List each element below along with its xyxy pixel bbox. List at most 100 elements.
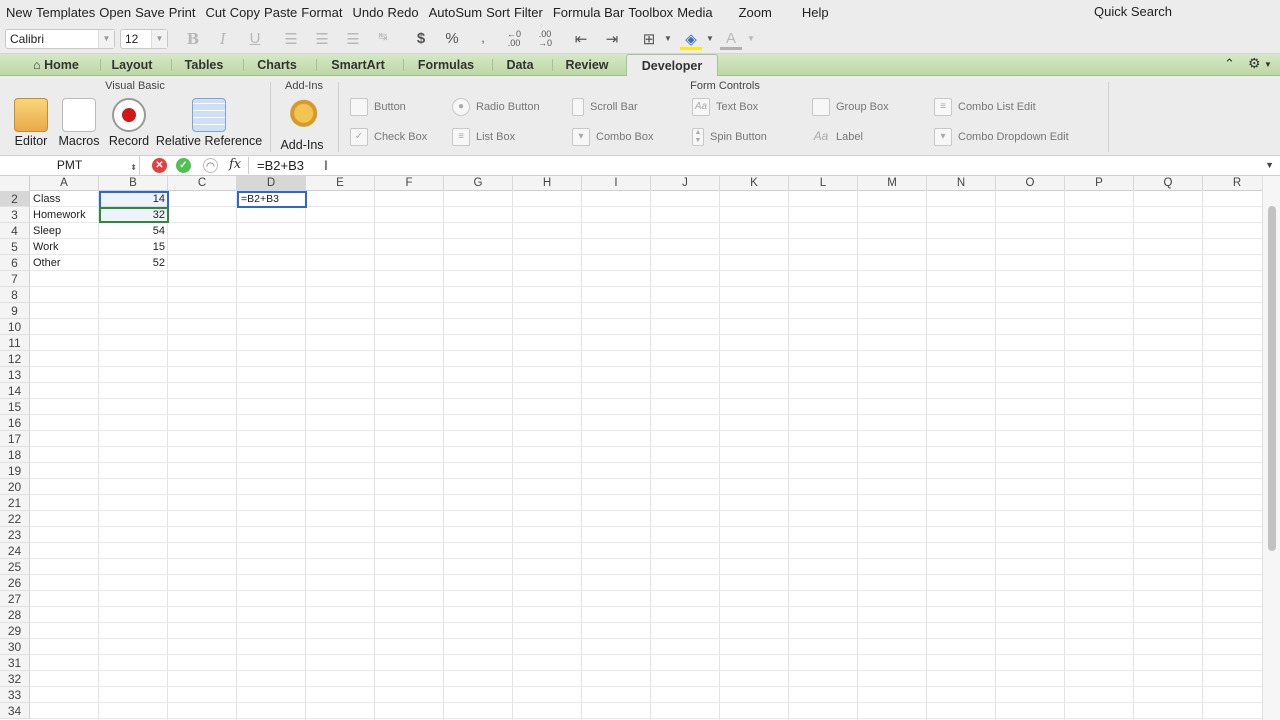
scrollbar-thumb[interactable] xyxy=(1268,206,1276,551)
form-control-combo-dropdown-edit[interactable]: ▾ Combo Dropdown Edit xyxy=(934,128,1069,146)
column-header[interactable]: O xyxy=(996,176,1065,191)
enter-icon[interactable]: ✓ xyxy=(176,158,191,173)
row-header[interactable]: 21 xyxy=(0,495,30,511)
menu-redo[interactable]: Redo xyxy=(386,5,421,20)
column-header[interactable]: B xyxy=(99,176,168,191)
bold-icon[interactable]: B xyxy=(182,30,204,48)
tab-developer[interactable]: Developer xyxy=(626,54,718,76)
row-header[interactable]: 23 xyxy=(0,527,30,543)
spinner-icon[interactable]: ⬍ xyxy=(130,158,137,177)
chevron-down-icon[interactable]: ▼ xyxy=(1264,60,1272,69)
menu-new[interactable]: New xyxy=(4,5,34,20)
font-name-select[interactable]: Calibri ▼ xyxy=(5,29,115,49)
row-header[interactable]: 34 xyxy=(0,703,30,719)
select-all-corner[interactable] xyxy=(0,176,30,191)
form-control-group-box[interactable]: Group Box xyxy=(812,98,889,116)
chevron-down-icon[interactable]: ▼ xyxy=(657,34,679,43)
tab-charts[interactable]: Charts xyxy=(244,54,310,76)
column-header[interactable]: J xyxy=(651,176,720,191)
row-header[interactable]: 17 xyxy=(0,431,30,447)
menu-sort[interactable]: Sort xyxy=(484,5,512,20)
chevron-down-icon[interactable]: ▼ xyxy=(740,34,762,43)
row-header[interactable]: 25 xyxy=(0,559,30,575)
menu-filter[interactable]: Filter xyxy=(512,5,545,20)
form-control-combo-box[interactable]: ▾ Combo Box xyxy=(572,128,653,146)
font-size-select[interactable]: 12 ▼ xyxy=(120,29,168,49)
menu-help[interactable]: Help xyxy=(800,5,831,20)
column-header[interactable]: K xyxy=(720,176,789,191)
chevron-down-icon[interactable]: ▼ xyxy=(1265,160,1274,170)
tab-layout[interactable]: Layout xyxy=(102,54,162,76)
tab-formulas[interactable]: Formulas xyxy=(405,54,487,76)
menu-undo[interactable]: Undo xyxy=(350,5,385,20)
cell-label[interactable]: Class xyxy=(33,191,61,207)
active-cell-d2[interactable]: =B2+B3 xyxy=(237,191,307,208)
menu-format[interactable]: Format xyxy=(299,5,344,20)
cell-label[interactable]: Other xyxy=(33,255,61,271)
percent-icon[interactable]: % xyxy=(441,30,463,47)
form-control-text-box[interactable]: Aa Text Box xyxy=(692,98,758,116)
gear-icon[interactable]: ⚙ xyxy=(1248,55,1261,72)
menu-copy[interactable]: Copy xyxy=(228,5,262,20)
row-header[interactable]: 27 xyxy=(0,591,30,607)
currency-icon[interactable]: $ xyxy=(410,30,432,47)
cancel-icon[interactable]: ✕ xyxy=(152,158,167,173)
row-header[interactable]: 11 xyxy=(0,335,30,351)
row-header[interactable]: 15 xyxy=(0,399,30,415)
row-header[interactable]: 14 xyxy=(0,383,30,399)
row-header[interactable]: 8 xyxy=(0,287,30,303)
menu-media[interactable]: Media xyxy=(675,5,714,20)
quick-search[interactable]: Quick Search xyxy=(1094,4,1172,19)
worksheet-grid[interactable]: ABCDEFGHIJKLMNOPQR 2 3 4 5 6 7 8 9 10 11 12 13 14 15 1… xyxy=(0,176,1262,720)
row-header[interactable]: 30 xyxy=(0,639,30,655)
row-header[interactable]: 7 xyxy=(0,271,30,287)
row-header[interactable]: 32 xyxy=(0,671,30,687)
menu-save[interactable]: Save xyxy=(133,5,167,20)
column-header[interactable]: N xyxy=(927,176,996,191)
menu-print[interactable]: Print xyxy=(167,5,198,20)
column-header[interactable]: R xyxy=(1203,176,1262,191)
column-header[interactable]: F xyxy=(375,176,444,191)
row-header[interactable]: 6 xyxy=(0,255,30,271)
column-header[interactable]: A xyxy=(30,176,99,191)
row-header[interactable]: 28 xyxy=(0,607,30,623)
row-header[interactable]: 22 xyxy=(0,511,30,527)
row-header[interactable]: 13 xyxy=(0,367,30,383)
form-control-label[interactable]: Aa Label xyxy=(812,128,863,146)
form-control-radio-button[interactable]: ● Radio Button xyxy=(452,98,540,116)
column-header[interactable]: Q xyxy=(1134,176,1203,191)
column-header[interactable]: P xyxy=(1065,176,1134,191)
increase-indent-icon[interactable]: ⇥ xyxy=(601,30,623,48)
row-header[interactable]: 12 xyxy=(0,351,30,367)
menu-cut[interactable]: Cut xyxy=(203,5,227,20)
cell-label[interactable]: Work xyxy=(33,239,58,255)
menu-toolbox[interactable]: Toolbox xyxy=(626,5,675,20)
align-left-icon[interactable]: ☰ xyxy=(280,30,302,48)
function-wizard-icon[interactable]: ◠ xyxy=(203,158,218,173)
fx-icon[interactable]: fx xyxy=(229,157,241,172)
decrease-indent-icon[interactable]: ⇤ xyxy=(570,30,592,48)
underline-icon[interactable]: U xyxy=(244,30,266,47)
menu-formula-bar[interactable]: Formula Bar xyxy=(551,5,627,20)
align-right-icon[interactable]: ☰ xyxy=(342,30,364,48)
align-center-icon[interactable]: ☰ xyxy=(311,30,333,48)
menu-templates[interactable]: Templates xyxy=(34,5,97,20)
row-header[interactable]: 3 xyxy=(0,207,30,223)
formula-input[interactable]: =B2+B3 xyxy=(257,158,304,173)
column-header[interactable]: E xyxy=(306,176,375,191)
cell-value[interactable]: 15 xyxy=(99,239,168,255)
column-header[interactable]: L xyxy=(789,176,858,191)
form-control-button[interactable]: Button xyxy=(350,98,406,116)
row-header[interactable]: 2 xyxy=(0,191,30,207)
wrap-text-icon[interactable]: ↹ xyxy=(372,30,394,43)
chevron-down-icon[interactable]: ▼ xyxy=(699,34,721,43)
column-header[interactable]: I xyxy=(582,176,651,191)
column-header[interactable]: G xyxy=(444,176,513,191)
italic-icon[interactable]: I xyxy=(212,30,234,48)
decrease-decimal-icon[interactable]: .00 →0 xyxy=(534,30,556,48)
record-button[interactable]: Record xyxy=(106,98,152,148)
tab-smartart[interactable]: SmartArt xyxy=(318,54,398,76)
comma-style-icon[interactable]: , xyxy=(472,30,494,45)
row-header[interactable]: 5 xyxy=(0,239,30,255)
row-header[interactable]: 29 xyxy=(0,623,30,639)
